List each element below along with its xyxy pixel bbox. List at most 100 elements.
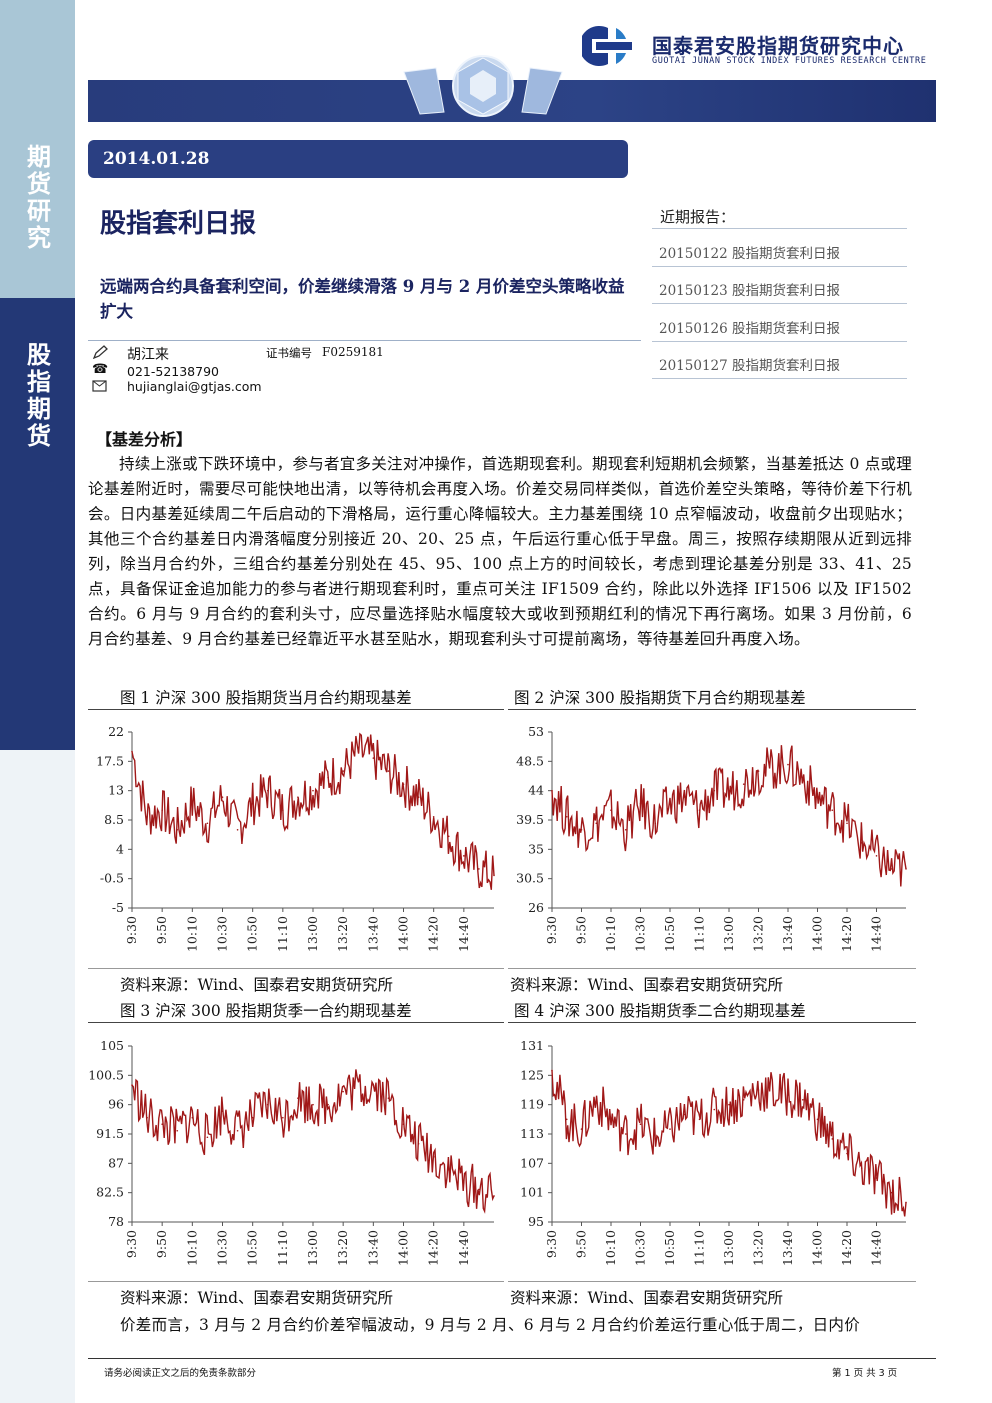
basis-series-line bbox=[131, 732, 495, 890]
recent-report-item[interactable]: 20150122 股指期货套利日报 bbox=[659, 242, 840, 262]
x-tick-label: 14:40 bbox=[456, 1230, 471, 1266]
figure-divider bbox=[508, 968, 916, 969]
x-tick-label: 9:30 bbox=[124, 916, 139, 944]
author-email[interactable]: hujianglai@gtjas.com bbox=[127, 379, 262, 394]
data-point bbox=[387, 770, 390, 772]
pen-icon bbox=[92, 345, 108, 359]
recent-divider bbox=[652, 303, 907, 304]
y-tick-label: 22 bbox=[108, 724, 124, 739]
x-tick-label: 14:00 bbox=[396, 1230, 411, 1266]
data-point bbox=[610, 1118, 612, 1121]
author-phone: 021-52138790 bbox=[127, 364, 219, 379]
y-tick-label: 82.5 bbox=[96, 1185, 124, 1200]
data-point bbox=[236, 1129, 239, 1132]
x-tick-label: 14:00 bbox=[810, 1230, 825, 1266]
analysis-paragraph: 持续上涨或下跌环境中，参与者宜多关注对冲操作，首选期现套利。期现套利短期机会频繁… bbox=[88, 455, 912, 648]
data-point bbox=[565, 815, 568, 818]
x-tick-label: 14:20 bbox=[839, 916, 854, 952]
figure-divider bbox=[88, 709, 504, 710]
data-point bbox=[372, 757, 375, 759]
data-point bbox=[698, 809, 701, 812]
data-point bbox=[251, 1116, 254, 1119]
x-tick-label: 11:10 bbox=[275, 1230, 290, 1266]
data-point bbox=[176, 1129, 179, 1132]
figure-divider bbox=[88, 1022, 504, 1023]
data-point bbox=[610, 809, 612, 812]
data-point bbox=[357, 750, 360, 753]
data-point bbox=[282, 1116, 284, 1119]
data-point bbox=[236, 828, 239, 831]
data-point bbox=[639, 1123, 642, 1126]
data-point bbox=[146, 815, 148, 818]
x-tick-label: 14:40 bbox=[869, 916, 884, 952]
data-point bbox=[580, 1128, 583, 1130]
recent-report-item[interactable]: 20150126 股指期货套利日报 bbox=[659, 317, 840, 337]
x-tick-label: 13:20 bbox=[335, 916, 350, 952]
data-point bbox=[846, 1152, 848, 1155]
recent-divider bbox=[652, 378, 907, 379]
basis-series-line bbox=[551, 745, 907, 887]
y-tick-label: 95 bbox=[528, 1214, 544, 1229]
x-tick-label: 13:40 bbox=[780, 1230, 795, 1266]
data-point bbox=[312, 1103, 314, 1106]
data-point bbox=[191, 802, 194, 805]
data-point bbox=[432, 815, 435, 818]
data-point bbox=[654, 822, 657, 825]
data-point bbox=[342, 1090, 344, 1093]
data-point bbox=[875, 855, 878, 857]
data-point bbox=[327, 1103, 329, 1106]
cert-label: 证书编号 bbox=[266, 346, 312, 360]
data-point bbox=[297, 1097, 299, 1099]
footer-disclaimer: 请务必阅读正文之后的免责条款部分 bbox=[104, 1368, 257, 1379]
data-point bbox=[905, 868, 907, 870]
figure-divider bbox=[88, 1281, 504, 1282]
data-point bbox=[875, 1177, 878, 1179]
y-tick-label: 4 bbox=[116, 841, 124, 856]
data-point bbox=[624, 828, 627, 831]
data-point bbox=[191, 1116, 194, 1119]
recent-report-item[interactable]: 20150127 股指期货套利日报 bbox=[659, 354, 840, 374]
y-tick-label: 13 bbox=[108, 783, 124, 798]
data-point bbox=[831, 809, 834, 812]
x-tick-label: 9:50 bbox=[154, 916, 169, 944]
recent-report-item[interactable]: 20150123 股指期货套利日报 bbox=[659, 279, 840, 299]
data-point bbox=[478, 868, 480, 870]
phone-icon: ☎ bbox=[92, 362, 109, 377]
data-point bbox=[251, 802, 254, 805]
figure-1-title: 图 1 沪深 300 股指期货当月合约期现基差 bbox=[120, 689, 412, 707]
data-point bbox=[327, 776, 329, 779]
figure-divider bbox=[508, 1022, 916, 1023]
x-tick-label: 13:40 bbox=[780, 916, 795, 952]
sidebar-label-research: 期货研究 bbox=[27, 143, 51, 252]
data-point bbox=[580, 828, 583, 831]
y-tick-label: 8.5 bbox=[104, 812, 124, 827]
data-point bbox=[890, 868, 893, 870]
data-point bbox=[816, 1118, 819, 1121]
closing-paragraph: 价差而言，3 月与 2 月合约价差窄幅波动，9 月与 2 月、6 月与 2 月合… bbox=[120, 1316, 861, 1334]
data-point bbox=[432, 1156, 435, 1158]
basis-series-line bbox=[551, 1070, 907, 1217]
y-tick-label: 48.5 bbox=[516, 753, 544, 768]
y-tick-label: 39.5 bbox=[516, 812, 544, 827]
data-point bbox=[447, 835, 450, 838]
x-tick-label: 13:00 bbox=[721, 916, 736, 952]
x-tick-label: 13:00 bbox=[305, 1230, 320, 1266]
report-title: 股指套利日报 bbox=[100, 209, 257, 239]
x-tick-label: 10:10 bbox=[603, 1230, 618, 1266]
x-tick-label: 14:00 bbox=[810, 916, 825, 952]
data-point bbox=[816, 796, 819, 798]
y-tick-label: -0.5 bbox=[100, 871, 124, 886]
y-tick-label: 119 bbox=[520, 1097, 544, 1112]
y-tick-label: 107 bbox=[520, 1155, 544, 1170]
x-tick-label: 11:10 bbox=[275, 916, 290, 952]
data-point bbox=[131, 750, 133, 753]
data-point bbox=[206, 1136, 209, 1139]
data-point bbox=[683, 1113, 686, 1116]
figure-divider bbox=[508, 709, 916, 710]
data-point bbox=[698, 1118, 701, 1121]
y-tick-label: 113 bbox=[520, 1126, 544, 1141]
x-tick-label: 14:20 bbox=[426, 1230, 441, 1266]
x-tick-label: 14:20 bbox=[426, 916, 441, 952]
chart-1: 22 17.5 13 8.5 4 -0.5 -59:30 9:50 10:10 10:30 10:5… bbox=[96, 724, 495, 952]
data-point bbox=[742, 1098, 745, 1101]
